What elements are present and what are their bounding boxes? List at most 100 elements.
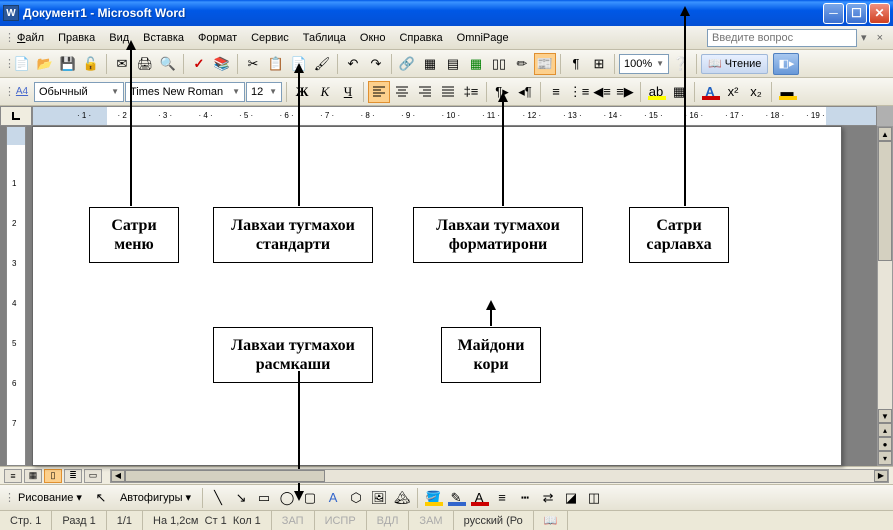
tables-borders-button[interactable]: ▦ bbox=[419, 53, 441, 75]
line-button[interactable]: ╲ bbox=[207, 487, 229, 509]
font-combo[interactable]: Times New Roman▼ bbox=[125, 82, 245, 102]
menu-service[interactable]: Сервис bbox=[244, 29, 296, 47]
status-ext[interactable]: ВДЛ bbox=[367, 511, 410, 530]
cut-button[interactable]: ✂ bbox=[242, 53, 264, 75]
redo-button[interactable]: ↷ bbox=[365, 53, 387, 75]
menu-format[interactable]: Формат bbox=[191, 29, 244, 47]
format-painter-button[interactable]: 🖌 bbox=[311, 53, 333, 75]
hyperlink-button[interactable]: 🔗 bbox=[396, 53, 418, 75]
bold-button[interactable]: Ж bbox=[291, 81, 313, 103]
scroll-down-button[interactable]: ▼ bbox=[878, 409, 892, 423]
style-combo[interactable]: Обычный▼ bbox=[34, 82, 124, 102]
copy-button[interactable]: 📋 bbox=[265, 53, 287, 75]
scroll-right-button[interactable]: ▶ bbox=[874, 470, 888, 482]
status-ovr[interactable]: ЗАМ bbox=[409, 511, 453, 530]
clipart-button[interactable]: 🖼 bbox=[368, 487, 390, 509]
help-dropdown-icon[interactable]: ▾ bbox=[857, 31, 871, 44]
scroll-left-button[interactable]: ◀ bbox=[111, 470, 125, 482]
document-map-button[interactable]: 📰 bbox=[534, 53, 556, 75]
rtl-button[interactable]: ◂¶ bbox=[514, 81, 536, 103]
browse-object-button[interactable]: ● bbox=[878, 437, 892, 451]
align-center-button[interactable] bbox=[391, 81, 413, 103]
open-button[interactable]: 📂 bbox=[34, 53, 56, 75]
scroll-up-button[interactable]: ▲ bbox=[878, 127, 892, 141]
close-help-icon[interactable]: × bbox=[871, 32, 889, 44]
prev-page-button[interactable]: ▴ bbox=[878, 423, 892, 437]
close-button[interactable]: ✕ bbox=[869, 3, 890, 24]
fill-color-button[interactable]: 🪣 bbox=[422, 487, 444, 509]
next-page-button[interactable]: ▾ bbox=[878, 451, 892, 465]
increase-indent-button[interactable]: ≡▶ bbox=[614, 81, 636, 103]
numbering-button[interactable]: ≡ bbox=[545, 81, 567, 103]
menu-edit[interactable]: Правка bbox=[51, 29, 102, 47]
zoom-combo[interactable]: 100%▼ bbox=[619, 54, 669, 74]
permission-button[interactable]: 🔓 bbox=[80, 53, 102, 75]
decrease-indent-button[interactable]: ◀≡ bbox=[591, 81, 613, 103]
textbox-button[interactable]: ▢ bbox=[299, 487, 321, 509]
font-color-button[interactable]: A bbox=[699, 81, 721, 103]
email-button[interactable]: ✉ bbox=[111, 53, 133, 75]
3d-button[interactable]: ◫ bbox=[583, 487, 605, 509]
autoshapes-button[interactable]: Автофигуры ▾ bbox=[113, 488, 198, 507]
web-view-button[interactable]: ▦ bbox=[24, 469, 42, 483]
show-marks-button[interactable]: ¶ bbox=[565, 53, 587, 75]
text-color-button[interactable]: A bbox=[468, 487, 490, 509]
tab-selector[interactable] bbox=[0, 106, 32, 126]
print-view-button[interactable]: ▯ bbox=[44, 469, 62, 483]
borders-button[interactable]: ▦ bbox=[668, 81, 690, 103]
styles-pane-button[interactable]: A4 bbox=[11, 81, 33, 103]
font-size-combo[interactable]: 12▼ bbox=[246, 82, 282, 102]
task-pane-button[interactable]: ◧▸ bbox=[773, 53, 799, 75]
show-grid-button[interactable]: ⊞ bbox=[588, 53, 610, 75]
research-button[interactable]: 📚 bbox=[211, 53, 233, 75]
horizontal-ruler[interactable]: · 1 ·· 2 ·· 3 ·· 4 ·· 5 ·· 6 ·· 7 ·· 8 ·… bbox=[32, 106, 877, 126]
highlight-button[interactable]: ab bbox=[645, 81, 667, 103]
dash-style-button[interactable]: ┅ bbox=[514, 487, 536, 509]
hscroll-thumb[interactable] bbox=[125, 470, 325, 482]
drawing-toolbar-button[interactable]: ✏ bbox=[511, 53, 533, 75]
shading-button[interactable]: ▬ bbox=[776, 81, 798, 103]
insert-table-button[interactable]: ▤ bbox=[442, 53, 464, 75]
line-color-button[interactable]: ✎ bbox=[445, 487, 467, 509]
line-style-button[interactable]: ≡ bbox=[491, 487, 513, 509]
help-search-input[interactable] bbox=[707, 29, 857, 47]
oval-button[interactable]: ◯ bbox=[276, 487, 298, 509]
superscript-button[interactable]: x² bbox=[722, 81, 744, 103]
normal-view-button[interactable]: ≡ bbox=[4, 469, 22, 483]
wordart-button[interactable]: A bbox=[322, 487, 344, 509]
menu-window[interactable]: Окно bbox=[353, 29, 393, 47]
maximize-button[interactable]: ☐ bbox=[846, 3, 867, 24]
vertical-ruler[interactable]: 1234567 bbox=[6, 126, 26, 466]
horizontal-scrollbar[interactable]: ◀ ▶ bbox=[110, 469, 889, 483]
status-trk[interactable]: ИСПР bbox=[315, 511, 367, 530]
menu-insert[interactable]: Вставка bbox=[136, 29, 191, 47]
excel-button[interactable]: ▦ bbox=[465, 53, 487, 75]
bullets-button[interactable]: ⋮≡ bbox=[568, 81, 590, 103]
reading-view-button[interactable]: ▭ bbox=[84, 469, 102, 483]
select-objects-button[interactable]: ↖ bbox=[90, 487, 112, 509]
vertical-scrollbar[interactable]: ▲ ▼ ▴ ● ▾ bbox=[877, 126, 893, 466]
underline-button[interactable]: Ч bbox=[337, 81, 359, 103]
insert-picture-button[interactable]: 🏔 bbox=[391, 487, 413, 509]
menu-view[interactable]: Вид bbox=[102, 29, 136, 47]
print-preview-button[interactable]: 🔍 bbox=[157, 53, 179, 75]
outline-view-button[interactable]: ≣ bbox=[64, 469, 82, 483]
vscroll-thumb[interactable] bbox=[878, 141, 892, 261]
status-spellcheck-icon[interactable]: 📖 bbox=[534, 511, 569, 530]
menu-file[interactable]: Файл bbox=[10, 29, 51, 47]
menu-table[interactable]: Таблица bbox=[296, 29, 353, 47]
status-rec[interactable]: ЗАП bbox=[272, 511, 315, 530]
print-button[interactable]: 🖨 bbox=[134, 53, 156, 75]
rectangle-button[interactable]: ▭ bbox=[253, 487, 275, 509]
align-justify-button[interactable] bbox=[437, 81, 459, 103]
align-left-button[interactable] bbox=[368, 81, 390, 103]
align-right-button[interactable] bbox=[414, 81, 436, 103]
spellcheck-button[interactable]: ✓ bbox=[188, 53, 210, 75]
draw-menu-button[interactable]: Рисование ▾ bbox=[11, 488, 89, 507]
arrow-button[interactable]: ↘ bbox=[230, 487, 252, 509]
italic-button[interactable]: К bbox=[314, 81, 336, 103]
undo-button[interactable]: ↶ bbox=[342, 53, 364, 75]
columns-button[interactable]: ▯▯ bbox=[488, 53, 510, 75]
line-spacing-button[interactable]: ‡≡ bbox=[460, 81, 482, 103]
minimize-button[interactable]: ─ bbox=[823, 3, 844, 24]
